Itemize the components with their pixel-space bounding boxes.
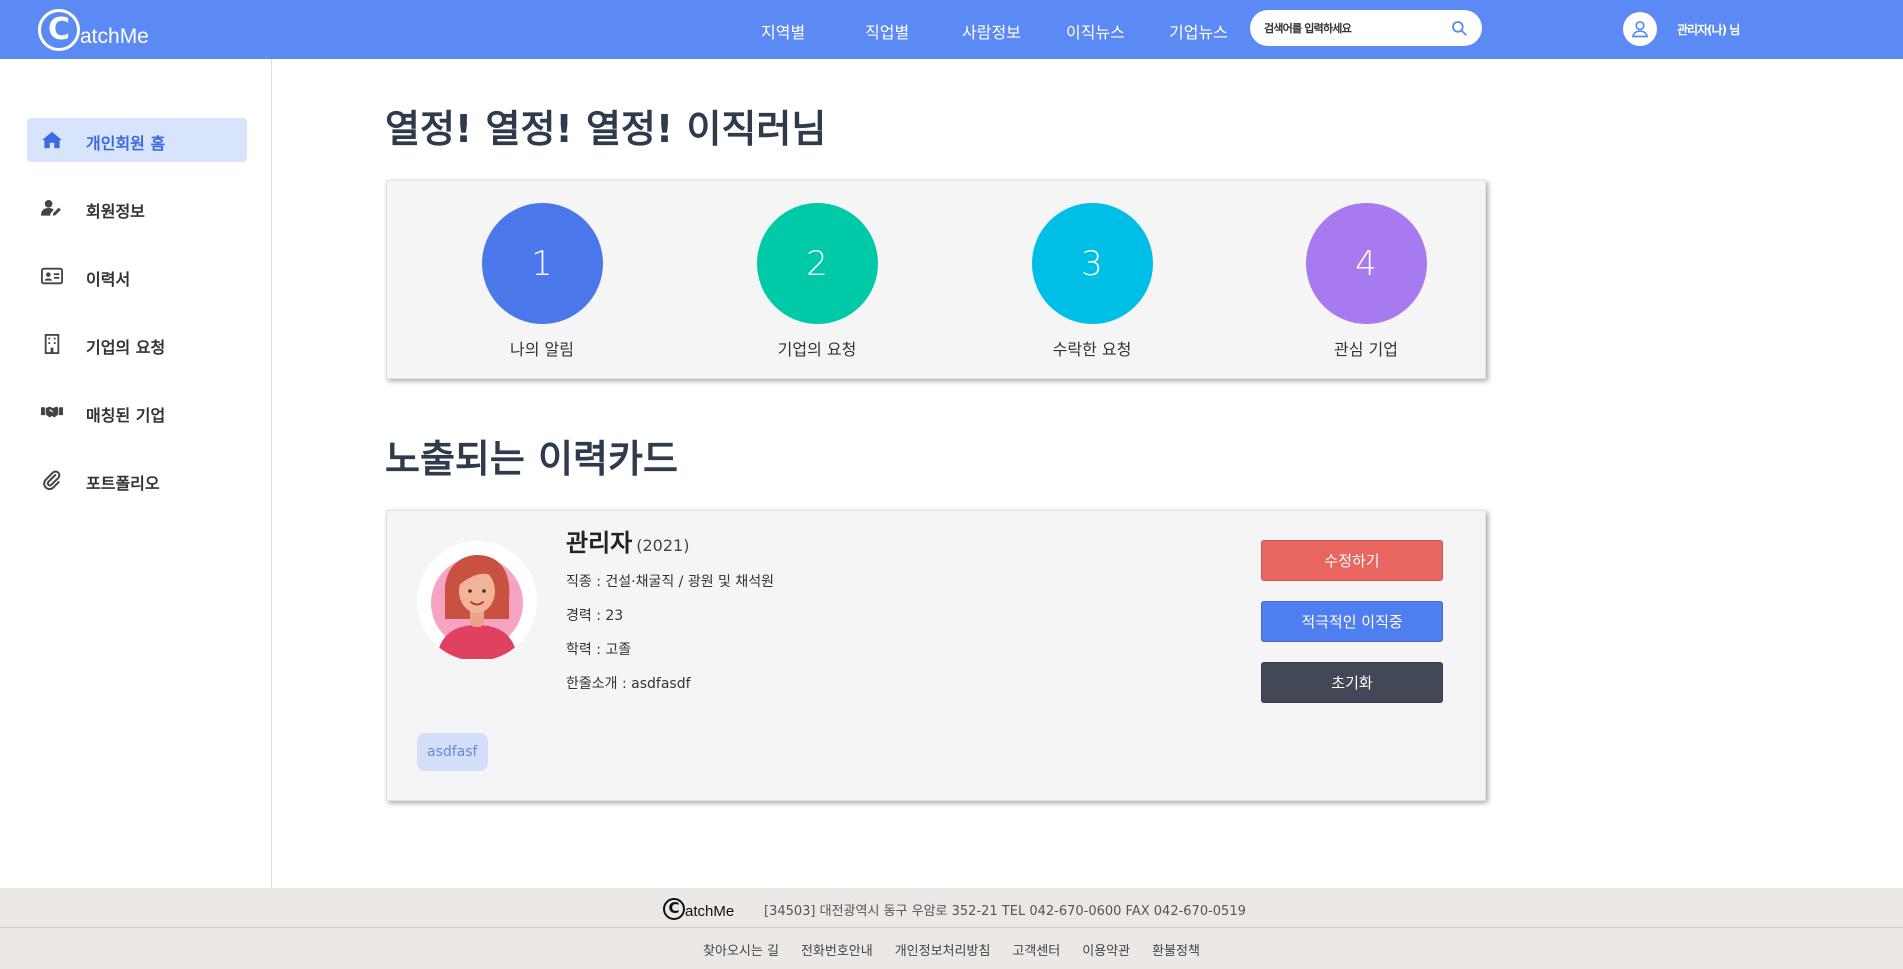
- stat-label: 수락한 요청: [1052, 340, 1132, 359]
- stat-accepted-requests[interactable]: 3 수락한 요청: [1007, 203, 1177, 360]
- home-icon: [41, 130, 63, 150]
- footer-link-phone[interactable]: 전화번호안내: [801, 940, 873, 959]
- sidebar: 개인회원 홈 회원정보 이력서 기업의 요청 매칭된 기업 포트폴리오: [0, 59, 272, 888]
- stat-circle: 2: [756, 203, 878, 324]
- search-box: [1250, 10, 1482, 46]
- logo-text: atchMe: [80, 25, 149, 48]
- nav-job[interactable]: 직업별: [865, 19, 909, 43]
- sidebar-item-label: 매칭된 기업: [86, 406, 166, 425]
- stat-interested-companies[interactable]: 4 관심 기업: [1281, 203, 1451, 360]
- id-card-icon: [41, 266, 63, 286]
- search-icon[interactable]: [1450, 19, 1468, 37]
- footer-logo-mark: C: [663, 897, 685, 920]
- footer-link-refund[interactable]: 환불정책: [1152, 940, 1200, 959]
- user-name[interactable]: 관리자(나) 님: [1677, 21, 1740, 38]
- sidebar-item-matched-companies[interactable]: 매칭된 기업: [27, 390, 247, 434]
- stat-circle: 3: [1031, 203, 1153, 324]
- candidate-career: 경력 : 23: [566, 608, 624, 624]
- candidate-job: 직종 : 건설·채굴직 / 광원 및 채석원: [566, 574, 775, 590]
- sidebar-item-company-requests[interactable]: 기업의 요청: [27, 322, 247, 366]
- sidebar-item-label: 개인회원 홈: [86, 134, 166, 153]
- sidebar-item-member-info[interactable]: 회원정보: [27, 186, 247, 230]
- nav-job-news[interactable]: 이직뉴스: [1066, 19, 1125, 43]
- footer-logo-text: atchMe: [685, 903, 735, 920]
- footer-info-bar: C atchMe [34503] 대전광역시 동구 우암로 352-21 TEL…: [0, 888, 1903, 928]
- stat-label: 관심 기업: [1334, 340, 1398, 359]
- footer-link-customer-center[interactable]: 고객센터: [1012, 940, 1060, 959]
- footer-link-privacy[interactable]: 개인정보처리방침: [895, 940, 991, 959]
- stat-my-notifications[interactable]: 1 나의 알림: [457, 203, 627, 360]
- nav-region[interactable]: 지역별: [761, 19, 805, 43]
- candidate-education: 학력 : 고졸: [566, 642, 632, 658]
- edit-button[interactable]: 수정하기: [1261, 540, 1443, 581]
- paperclip-icon: [41, 470, 63, 490]
- top-header: C atchMe 지역별 직업별 사람정보 이직뉴스 기업뉴스 관리자(나) 님: [0, 0, 1903, 59]
- stat-label: 나의 알림: [510, 340, 574, 359]
- footer-logo: C atchMe: [663, 897, 734, 920]
- profile-avatar-illustration: [417, 541, 537, 661]
- actively-job-seeking-button[interactable]: 적극적인 이직중: [1261, 601, 1443, 642]
- sidebar-item-resume[interactable]: 이력서: [27, 254, 247, 298]
- footer: C atchMe [34503] 대전광역시 동구 우암로 352-21 TEL…: [0, 888, 1903, 969]
- candidate-intro: 한줄소개 : asdfasdf: [566, 676, 691, 692]
- building-icon: [41, 334, 63, 354]
- stat-label: 기업의 요청: [777, 340, 857, 359]
- nav-people[interactable]: 사람정보: [962, 19, 1021, 43]
- footer-link-terms[interactable]: 이용약관: [1082, 940, 1130, 959]
- profile-picture: [417, 541, 537, 661]
- footer-link-directions[interactable]: 찾아오시는 길: [703, 940, 779, 959]
- handshake-icon: [41, 402, 63, 422]
- resume-card: 관리자 (2021) 직종 : 건설·채굴직 / 광원 및 채석원 경력 : 23…: [386, 510, 1486, 801]
- sidebar-item-label: 포트폴리오: [86, 474, 160, 493]
- user-avatar[interactable]: [1623, 12, 1657, 46]
- candidate-name-text: 관리자: [566, 529, 633, 557]
- sidebar-item-home[interactable]: 개인회원 홈: [27, 118, 247, 162]
- sidebar-item-label: 이력서: [86, 270, 131, 289]
- stat-company-requests[interactable]: 2 기업의 요청: [732, 203, 902, 360]
- candidate-name: 관리자 (2021): [566, 523, 689, 558]
- stats-panel: 1 나의 알림 2 기업의 요청 3 수락한 요청 4 관심 기업: [386, 180, 1486, 379]
- reset-button[interactable]: 초기화: [1261, 662, 1443, 703]
- stat-circle: 4: [1305, 203, 1427, 324]
- footer-address: [34503] 대전광역시 동구 우암로 352-21 TEL 042-670-…: [764, 904, 1246, 919]
- search-input[interactable]: [1264, 19, 1444, 37]
- catchme-logo[interactable]: C atchMe: [38, 8, 149, 52]
- section-title: 노출되는 이력카드: [385, 437, 678, 481]
- candidate-year: (2021): [636, 536, 690, 555]
- stat-circle: 1: [481, 203, 603, 324]
- page-title: 열정! 열정! 열정! 이직러님: [385, 107, 827, 151]
- footer-links: 찾아오시는 길 전화번호안내 개인정보처리방침 고객센터 이용약관 환불정책: [0, 940, 1903, 959]
- user-icon: [1631, 21, 1649, 38]
- sidebar-item-portfolio[interactable]: 포트폴리오: [27, 458, 247, 502]
- skill-tag: asdfasf: [417, 733, 488, 771]
- sidebar-item-label: 회원정보: [86, 202, 145, 221]
- sidebar-item-label: 기업의 요청: [86, 338, 166, 357]
- logo-mark: C: [38, 9, 80, 51]
- nav-company-news[interactable]: 기업뉴스: [1169, 19, 1228, 43]
- user-edit-icon: [41, 198, 63, 218]
